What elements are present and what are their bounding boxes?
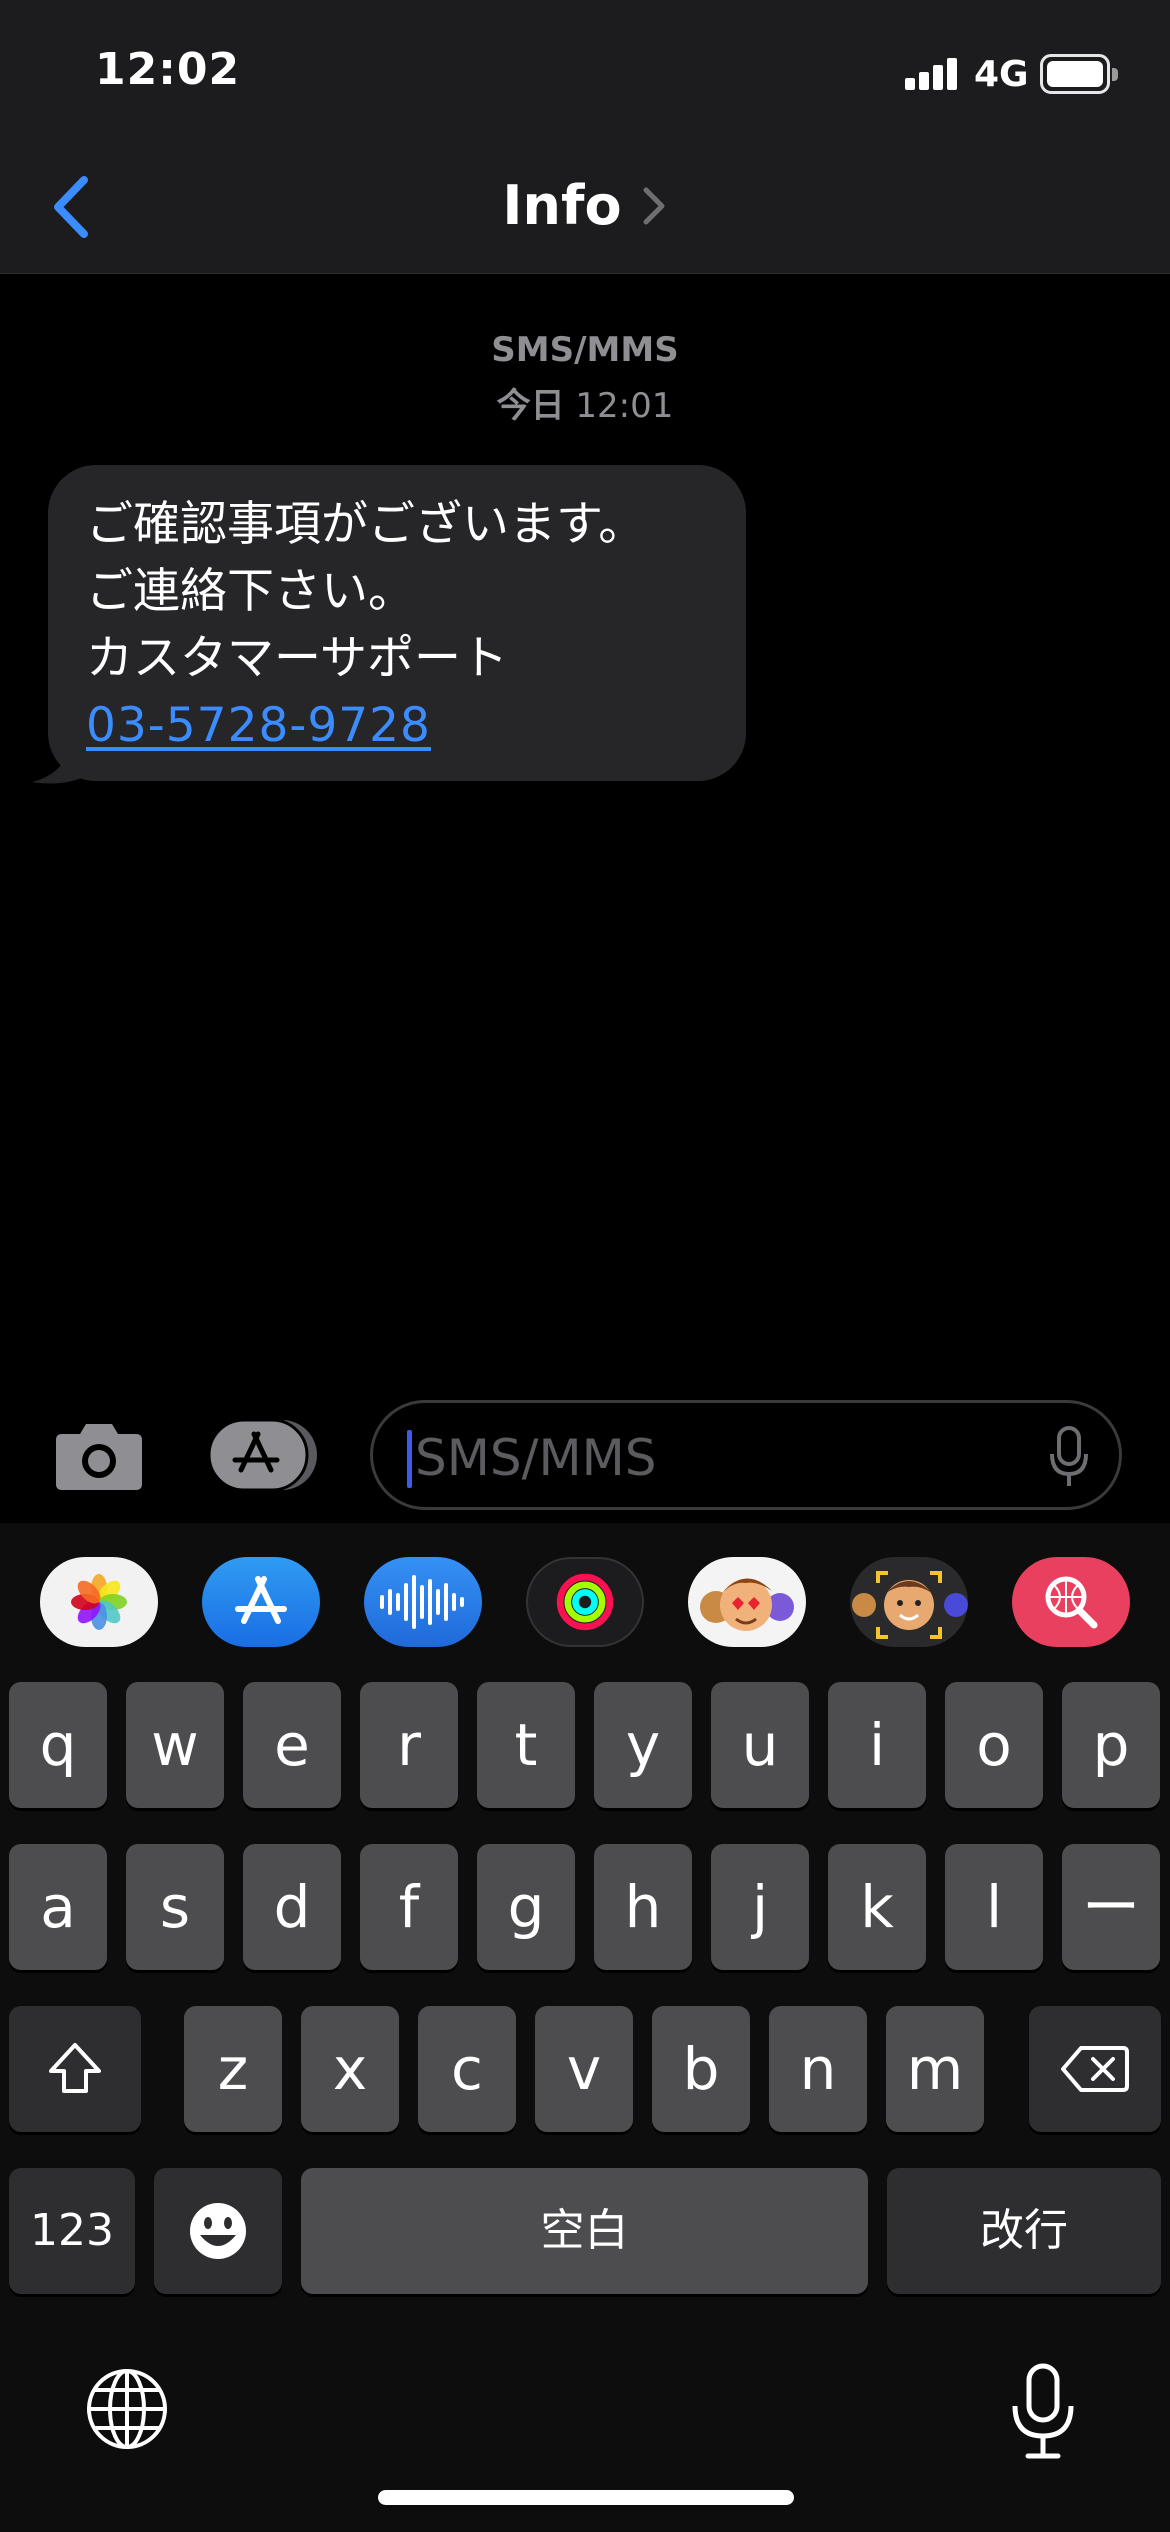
return-key[interactable]: 改行 — [887, 2168, 1161, 2294]
chevron-right-icon — [643, 187, 665, 224]
key-i[interactable]: i — [828, 1682, 926, 1808]
service-label: SMS/MMS — [491, 330, 679, 370]
key-e[interactable]: e — [243, 1682, 341, 1808]
text-cursor — [407, 1430, 412, 1488]
memoji-icon[interactable] — [850, 1557, 968, 1647]
key-w[interactable]: w — [126, 1682, 224, 1808]
phone-number-link[interactable]: 03-5728-9728 — [86, 698, 431, 753]
message-input[interactable]: SMS/MMS — [370, 1400, 1122, 1510]
numbers-key[interactable]: 123 — [9, 2168, 135, 2294]
key-o[interactable]: o — [945, 1682, 1043, 1808]
key-r[interactable]: r — [360, 1682, 458, 1808]
message-bubble[interactable]: ご確認事項がございます。 ご連絡下さい。 カスタマーサポート 03-5728-9… — [48, 465, 746, 781]
key-m[interactable]: m — [886, 2006, 984, 2132]
audio-message-icon[interactable] — [364, 1557, 482, 1647]
message-timestamp: 今日 12:01 — [0, 378, 1170, 427]
input-placeholder: SMS/MMS — [415, 1429, 657, 1487]
space-key[interactable]: 空白 — [301, 2168, 868, 2294]
microphone-icon[interactable] — [1049, 1426, 1089, 1488]
key-u[interactable]: u — [711, 1682, 809, 1808]
network-type: 4G — [974, 54, 1029, 95]
message-line: ご確認事項がございます。 — [86, 497, 646, 552]
key-long-vowel[interactable]: ー — [1062, 1844, 1160, 1970]
key-q[interactable]: q — [9, 1682, 107, 1808]
camera-icon[interactable] — [52, 1418, 146, 1494]
memoji-stickers-icon[interactable] — [688, 1557, 806, 1647]
key-g[interactable]: g — [477, 1844, 575, 1970]
key-k[interactable]: k — [828, 1844, 926, 1970]
globe-icon[interactable] — [84, 2366, 170, 2452]
key-f[interactable]: f — [360, 1844, 458, 1970]
key-s[interactable]: s — [126, 1844, 224, 1970]
contact-name: Info — [502, 174, 622, 237]
key-a[interactable]: a — [9, 1844, 107, 1970]
emoji-key[interactable] — [154, 2168, 282, 2294]
fitness-icon[interactable] — [526, 1557, 644, 1647]
delete-backspace-icon — [1061, 2046, 1129, 2092]
shift-arrow-icon — [49, 2043, 101, 2093]
message-line: カスタマーサポート — [86, 631, 509, 686]
message-line: ご連絡下さい。 — [86, 564, 415, 619]
battery-icon — [1040, 54, 1118, 94]
key-n[interactable]: n — [769, 2006, 867, 2132]
key-v[interactable]: v — [535, 2006, 633, 2132]
app-store-apps-icon[interactable] — [207, 1418, 319, 1492]
shift-key[interactable] — [9, 2006, 141, 2132]
key-j[interactable]: j — [711, 1844, 809, 1970]
status-time: 12:02 — [95, 44, 241, 95]
key-x[interactable]: x — [301, 2006, 399, 2132]
image-search-icon[interactable] — [1012, 1557, 1130, 1647]
emoji-smiley-icon — [190, 2203, 246, 2259]
timestamp-time: 12:01 — [575, 386, 674, 426]
key-b[interactable]: b — [652, 2006, 750, 2132]
photos-icon[interactable] — [40, 1557, 158, 1647]
dictation-microphone-icon[interactable] — [1008, 2362, 1078, 2462]
key-c[interactable]: c — [418, 2006, 516, 2132]
key-t[interactable]: t — [477, 1682, 575, 1808]
home-indicator[interactable] — [378, 2490, 794, 2505]
navigation-header: 12:02 4G Info — [0, 0, 1170, 274]
contact-title[interactable]: Info — [0, 174, 1170, 237]
key-p[interactable]: p — [1062, 1682, 1160, 1808]
app-store-icon[interactable] — [202, 1557, 320, 1647]
key-y[interactable]: y — [594, 1682, 692, 1808]
delete-key[interactable] — [1029, 2006, 1161, 2132]
key-z[interactable]: z — [184, 2006, 282, 2132]
signal-strength-icon — [905, 58, 959, 90]
timestamp-day: 今日 — [496, 386, 565, 426]
key-d[interactable]: d — [243, 1844, 341, 1970]
key-l[interactable]: l — [945, 1844, 1043, 1970]
key-h[interactable]: h — [594, 1844, 692, 1970]
